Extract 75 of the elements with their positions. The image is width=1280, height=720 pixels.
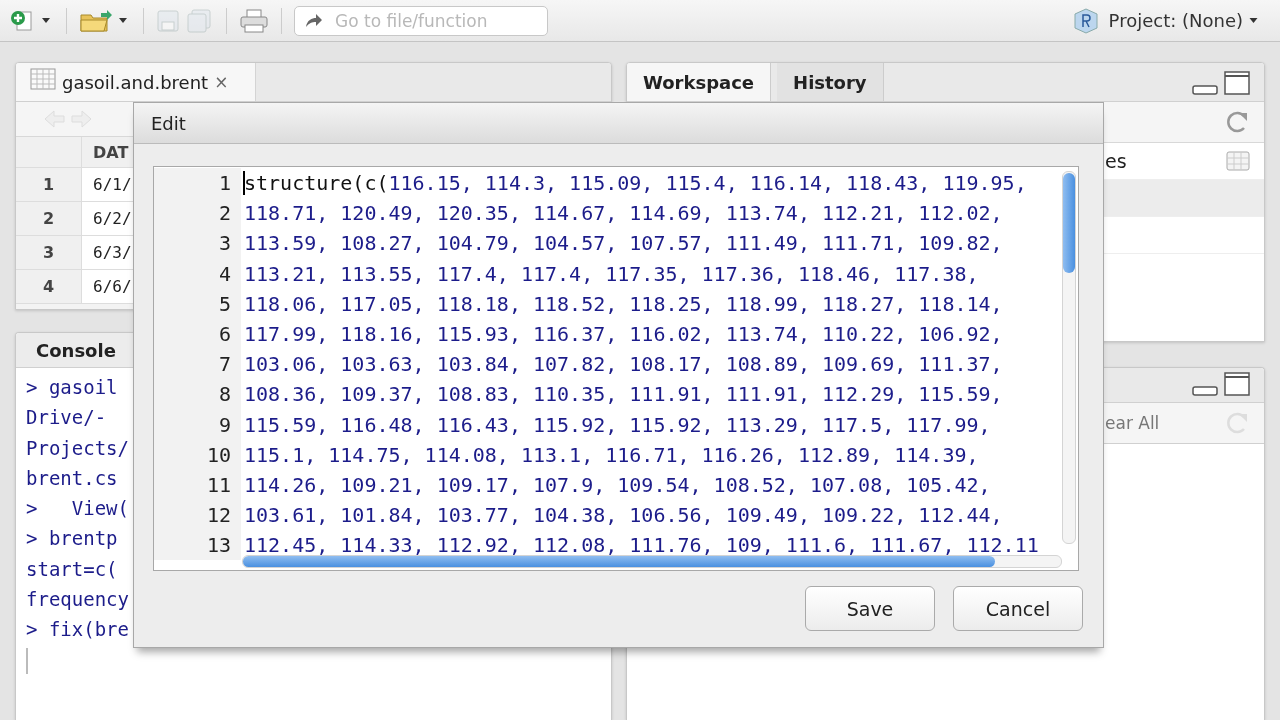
code-line: 103.61, 101.84, 103.77, 104.38, 106.56, 109.49, 109.22, 112.44, [243,502,1003,530]
console-line: frequency [26,587,129,613]
console-line: start=c( [26,556,118,582]
dialog-button[interactable]: Cancel [953,586,1083,631]
code-line: 118.06, 117.05, 118.18, 118.52, 118.25, 118.99, 118.27, 118.14, [243,290,1003,318]
line-number: 5 [154,288,241,319]
clear-all-button[interactable]: ear All [1105,413,1160,433]
line-number: 10 [154,439,241,470]
line-number: 8 [154,379,241,410]
line-number: 4 [154,258,241,289]
table-cell-text: 6/3/ [92,242,132,264]
pane-tab[interactable]: Workspace [627,63,772,101]
code-line: 118.71, 120.49, 120.35, 114.67, 114.69, 113.74, 112.21, 112.02, [243,200,1003,228]
dialog-button[interactable]: Save [805,586,935,631]
column-header[interactable]: DAT [82,137,129,167]
line-number: 7 [154,349,241,380]
console-line: > View( [26,496,129,522]
console-line: Projects/ [26,435,129,461]
row-number: 1 [16,168,82,201]
code-line: 115.59, 116.48, 116.43, 115.92, 115.92, 113.29, 117.5, 117.99, [243,411,991,439]
project-menu[interactable]: Project: (None) [1108,10,1243,31]
refresh-icon[interactable] [1224,109,1250,135]
text-cursor [243,171,245,195]
line-number: 1 [154,168,241,199]
line-number: 2 [154,198,241,229]
console-line: > gasoil [26,375,118,400]
line-number: 12 [154,500,241,531]
code-line: structure(c(116.15, 114.3, 115.09, 115.4, 116.14, 118.43, 119.95, [242,170,1027,197]
workspace-item[interactable]: es [1105,150,1226,172]
caret-icon[interactable] [1249,18,1258,23]
dialog-title: Edit [151,112,186,134]
vertical-scrollbar[interactable] [1062,171,1076,544]
caret-icon[interactable] [42,18,50,23]
row-number: 4 [16,270,82,303]
console-tab[interactable]: Console [36,339,116,361]
code-line: 108.36, 109.37, 108.83, 110.35, 111.91, 111.91, 112.29, 115.59, [243,381,1003,409]
go-to-field[interactable]: Go to file/function [294,5,548,36]
console-line: > brentp [26,526,118,552]
console-line: > fix(bre [26,617,129,643]
line-number: 6 [154,318,241,350]
row-number: 3 [16,236,82,269]
table-cell-text: 6/1/ [92,174,132,196]
table-cell-text: 6/2/ [92,208,132,230]
code-line: 115.1, 114.75, 114.08, 113.1, 116.71, 116.26, 112.89, 114.39, [243,441,979,469]
code-line: 114.26, 109.21, 109.17, 107.9, 109.54, 108.52, 107.08, 105.42, [243,471,991,499]
grid-icon [30,68,56,90]
arrow-icon [305,13,323,28]
console-line: Drive/- [26,405,107,431]
text-cursor [26,647,28,674]
code-line: 113.21, 113.55, 117.4, 117.4, 117.35, 117.36, 118.46, 117.38, [243,260,979,288]
line-number: 3 [154,228,241,259]
code-line: 103.06, 103.63, 103.84, 107.82, 108.17, 108.89, 109.69, 111.37, [243,351,1003,379]
line-number: 11 [154,469,241,501]
line-number: 13 [154,530,241,561]
close-button[interactable]: × [214,72,229,92]
pane-tab[interactable]: History [777,63,884,101]
print-icon[interactable] [239,7,269,34]
maximize-icon[interactable] [1224,372,1250,396]
grid-icon[interactable] [1226,151,1250,171]
maximize-icon[interactable] [1224,71,1250,95]
minimize-icon[interactable] [1192,83,1218,95]
r-cube-icon[interactable] [1072,7,1099,34]
table-cell-text: 6/6/ [92,276,132,298]
folder-icon[interactable] [79,8,113,33]
horizontal-scrollbar[interactable] [242,555,1062,568]
code-line: 117.99, 118.16, 115.93, 116.37, 116.02, 113.74, 110.22, 106.92, [243,320,1003,348]
row-number: 2 [16,202,82,235]
caret-icon[interactable] [119,18,127,23]
minimize-icon[interactable] [1192,384,1218,396]
code-line: 113.59, 108.27, 104.79, 104.57, 107.57, 111.49, 111.71, 109.82, [243,230,1003,258]
code-line: 112.45, 114.33, 112.92, 112.08, 111.76, 109, 111.6, 111.67, 112.11 [243,532,1039,560]
console-line: brent.cs [26,465,118,491]
line-number: 9 [154,409,241,440]
file-tab[interactable]: gasoil.and.brent × [16,63,256,101]
code-editor[interactable] [153,166,1079,571]
